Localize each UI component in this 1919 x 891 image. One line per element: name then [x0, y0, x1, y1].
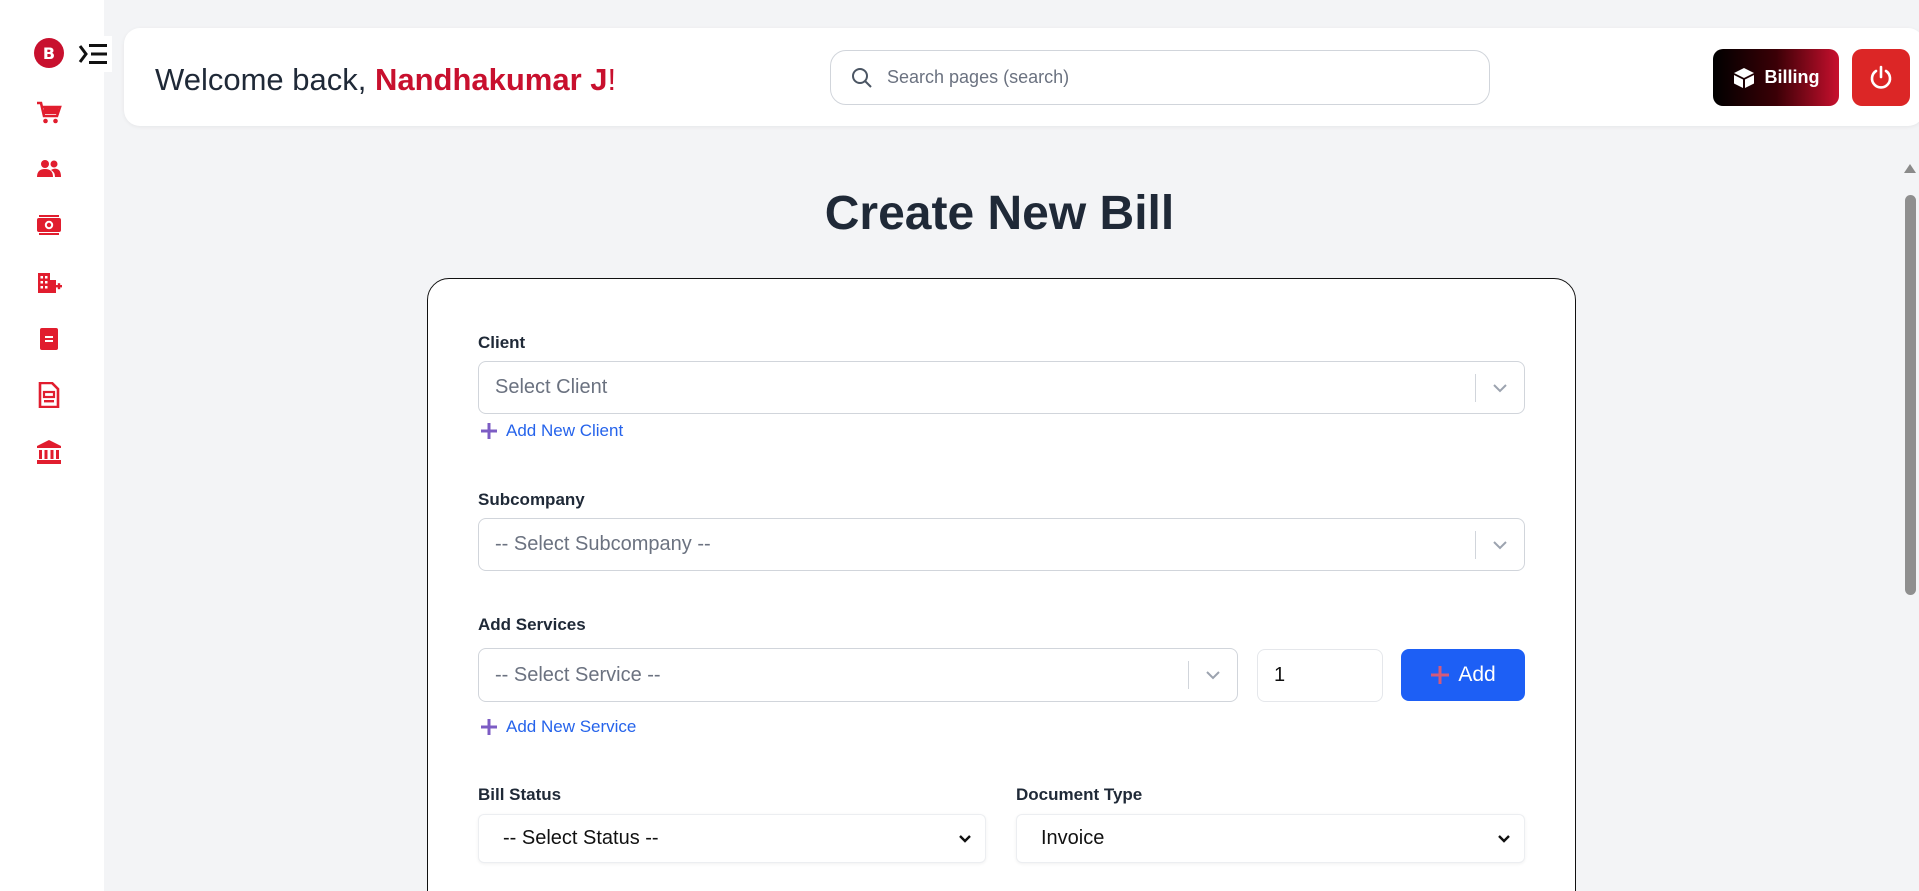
- search-input[interactable]: [887, 67, 1447, 88]
- users-icon: [37, 160, 61, 177]
- chevron-down-icon: [1476, 540, 1524, 550]
- bill-status-value: -- Select Status --: [503, 827, 659, 849]
- search-icon: [852, 67, 872, 88]
- sidebar-item-cart[interactable]: [34, 98, 64, 128]
- menu-toggle-button[interactable]: [74, 36, 112, 72]
- client-select-placeholder: Select Client: [495, 376, 608, 398]
- service-select-placeholder: -- Select Service --: [495, 663, 661, 686]
- sidebar: B: [0, 0, 112, 891]
- document-type-select[interactable]: Invoice: [1016, 814, 1525, 863]
- box-icon: [1733, 67, 1754, 88]
- bank-icon: [37, 440, 61, 464]
- menu-indent-icon: [78, 44, 107, 64]
- subcompany-select-placeholder: -- Select Subcompany --: [495, 533, 711, 555]
- plus-icon: [481, 719, 497, 735]
- billing-button[interactable]: Billing: [1713, 49, 1839, 106]
- top-header: Welcome back, Nandhakumar J! Billing: [124, 28, 1919, 126]
- add-new-client-link[interactable]: Add New Client: [480, 421, 623, 441]
- subcompany-label: Subcompany: [478, 490, 585, 509]
- chevron-down-icon: [1476, 383, 1524, 393]
- add-new-client-label: Add New Client: [506, 421, 624, 440]
- bill-form-card: Client Select Client Add New Client Subc…: [427, 278, 1576, 891]
- billing-label: Billing: [1764, 67, 1820, 87]
- welcome-prefix: Welcome back,: [155, 62, 375, 97]
- search-box[interactable]: [830, 50, 1490, 105]
- sidebar-item-company[interactable]: [34, 268, 64, 298]
- document-type-value: Invoice: [1041, 827, 1105, 849]
- subcompany-select[interactable]: -- Select Subcompany --: [478, 518, 1525, 571]
- scroll-up-arrow[interactable]: [1904, 164, 1916, 173]
- sidebar-item-bank[interactable]: [34, 437, 64, 467]
- cart-icon: [37, 101, 62, 124]
- welcome-message: Welcome back, Nandhakumar J!: [155, 62, 616, 98]
- service-select[interactable]: -- Select Service --: [478, 648, 1238, 702]
- add-new-service-link[interactable]: Add New Service: [480, 717, 636, 737]
- sidebar-item-receipts[interactable]: [34, 380, 64, 410]
- client-label: Client: [478, 333, 526, 352]
- add-service-button-label: Add: [1458, 663, 1496, 686]
- building-add-icon: [38, 273, 62, 293]
- sidebar-item-users[interactable]: [34, 154, 64, 184]
- bill-status-label: Bill Status: [478, 785, 562, 804]
- plus-icon: [1431, 666, 1450, 684]
- user-name: Nandhakumar J: [374, 62, 608, 97]
- welcome-suffix: !: [607, 62, 617, 97]
- add-services-label: Add Services: [478, 615, 586, 634]
- chevron-down-icon: [945, 834, 985, 844]
- scrollbar-thumb[interactable]: [1905, 195, 1916, 595]
- page-title: Create New Bill: [824, 187, 1175, 240]
- chevron-down-icon: [1189, 670, 1237, 680]
- sidebar-item-documents[interactable]: [34, 324, 64, 354]
- quantity-input[interactable]: 1: [1257, 649, 1383, 702]
- power-icon: [1870, 65, 1892, 89]
- receipt-icon: [38, 382, 60, 408]
- logout-button[interactable]: [1852, 49, 1910, 106]
- chevron-down-icon: [1484, 834, 1524, 844]
- plus-icon: [481, 423, 497, 439]
- document-icon: [40, 328, 58, 350]
- client-select[interactable]: Select Client: [478, 361, 1525, 414]
- logo-badge: B: [34, 38, 64, 68]
- bill-status-select[interactable]: -- Select Status --: [478, 814, 986, 863]
- document-type-label: Document Type: [1016, 785, 1143, 804]
- add-service-button[interactable]: Add: [1401, 649, 1525, 701]
- add-new-service-label: Add New Service: [506, 717, 637, 736]
